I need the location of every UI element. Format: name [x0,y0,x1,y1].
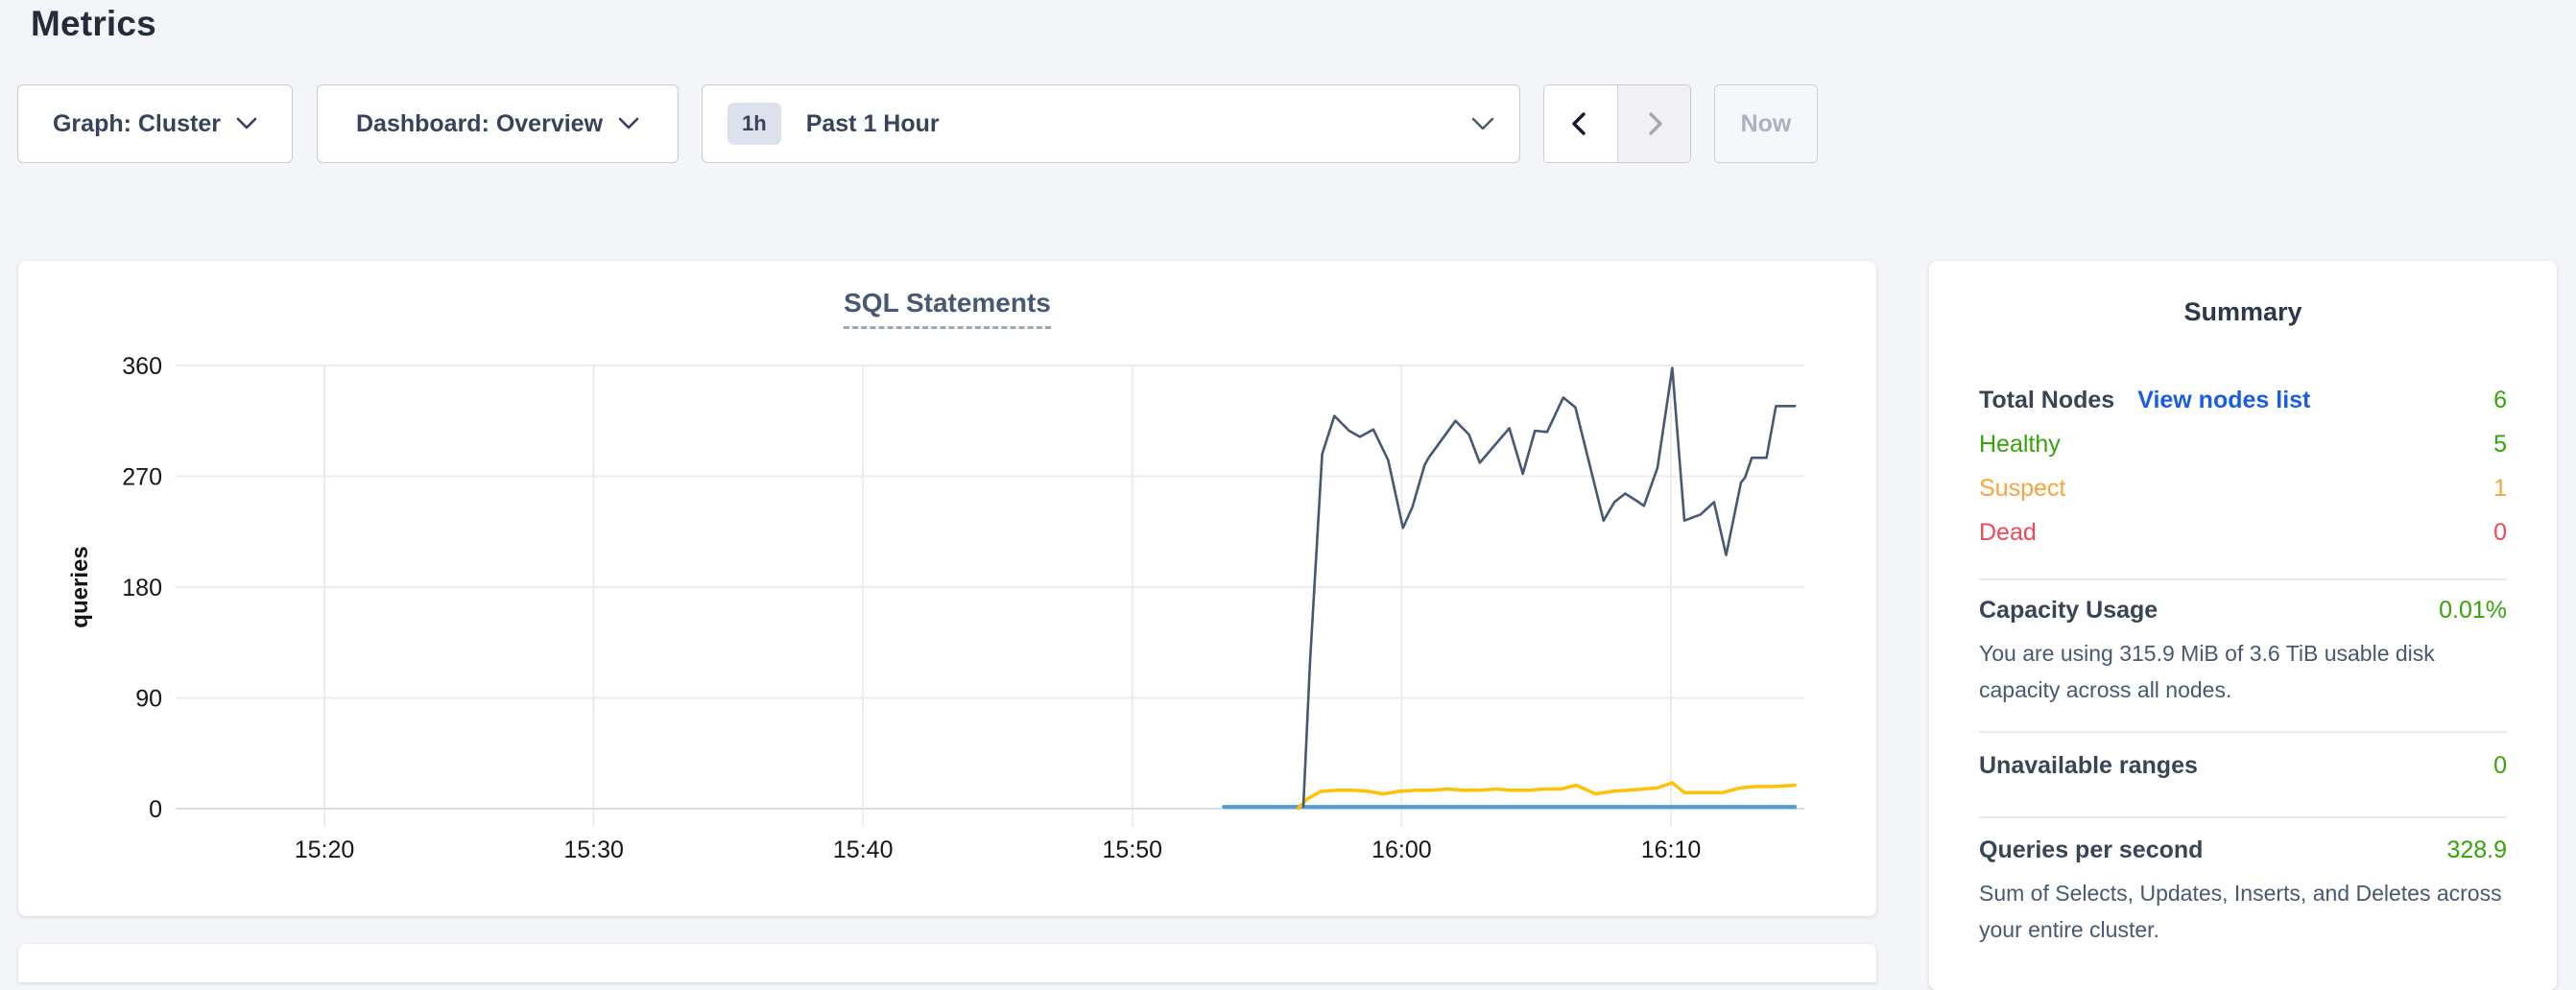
queries-per-second-value: 328.9 [2446,837,2507,864]
time-step-buttons [1543,84,1691,163]
svg-text:15:30: 15:30 [563,837,624,863]
page-title: Metrics [31,4,156,44]
capacity-usage-label: Capacity Usage [1979,597,2158,625]
suspect-value: 1 [2493,475,2507,503]
svg-text:180: 180 [122,575,162,601]
graph-dropdown[interactable]: Graph: Cluster [17,84,293,163]
svg-text:15:40: 15:40 [833,837,894,863]
summary-title: Summary [1929,297,2557,327]
divider [1979,816,2507,818]
divider [1979,578,2507,580]
graph-dropdown-label: Graph: Cluster [53,110,221,138]
capacity-usage-value: 0.01% [2439,597,2507,625]
view-nodes-list-link[interactable]: View nodes list [2137,387,2310,414]
time-window-label: Past 1 Hour [806,110,940,138]
node-status-list: Total Nodes View nodes list 6 Healthy 5 … [1979,378,2507,554]
sql-statements-chart[interactable]: 15:20 15:30 15:40 15:50 16:00 16:10 0 90 180 270 3… [18,261,1876,916]
total-nodes-row: Total Nodes View nodes list 6 [1979,378,2507,422]
chevron-right-icon [1640,110,1667,137]
time-window-selector[interactable]: 1h Past 1 Hour [702,84,1520,163]
dead-value: 0 [2493,519,2507,547]
chevron-down-icon [236,117,257,130]
svg-text:0: 0 [149,796,162,823]
divider [1979,731,2507,733]
suspect-nodes-row: Suspect 1 [1979,466,2507,510]
svg-text:queries: queries [67,546,93,627]
chevron-left-icon [1567,110,1594,137]
now-button[interactable]: Now [1714,84,1818,163]
svg-text:360: 360 [122,353,162,380]
svg-text:16:10: 16:10 [1641,837,1702,863]
svg-text:16:00: 16:00 [1371,837,1432,863]
queries-per-second-label: Queries per second [1979,837,2203,864]
summary-panel: Summary Total Nodes View nodes list 6 He… [1929,261,2557,990]
unavailable-ranges-label: Unavailable ranges [1979,752,2198,780]
chevron-down-icon [618,117,639,130]
now-button-label: Now [1741,110,1792,138]
next-timeframe-button[interactable] [1618,85,1691,162]
next-chart-card-edge [18,944,1876,982]
suspect-label: Suspect [1979,475,2065,503]
svg-text:270: 270 [122,464,162,491]
capacity-usage-section: Capacity Usage 0.01% You are using 315.9… [1979,597,2507,708]
dashboard-dropdown[interactable]: Dashboard: Overview [317,84,679,163]
chevron-down-icon [1471,117,1494,131]
dead-label: Dead [1979,519,2037,547]
queries-per-second-description: Sum of Selects, Updates, Inserts, and De… [1979,875,2507,948]
queries-per-second-section: Queries per second 328.9 Sum of Selects,… [1979,837,2507,948]
healthy-label: Healthy [1979,431,2061,459]
previous-timeframe-button[interactable] [1544,85,1618,162]
time-window-badge: 1h [727,103,781,145]
total-nodes-value: 6 [2493,387,2507,414]
svg-text:15:20: 15:20 [295,837,355,863]
dashboard-dropdown-label: Dashboard: Overview [356,110,603,138]
unavailable-ranges-section: Unavailable ranges 0 [1979,752,2507,780]
healthy-value: 5 [2493,431,2507,459]
capacity-usage-description: You are using 315.9 MiB of 3.6 TiB usabl… [1979,635,2507,708]
total-nodes-label: Total Nodes [1979,387,2114,414]
sql-statements-chart-card: SQL Statements 15:2015:3015:4015:5016:00… [18,261,1876,916]
dead-nodes-row: Dead 0 [1979,510,2507,554]
healthy-nodes-row: Healthy 5 [1979,422,2507,466]
unavailable-ranges-value: 0 [2493,752,2507,780]
svg-text:15:50: 15:50 [1103,837,1163,863]
svg-text:90: 90 [135,686,162,713]
